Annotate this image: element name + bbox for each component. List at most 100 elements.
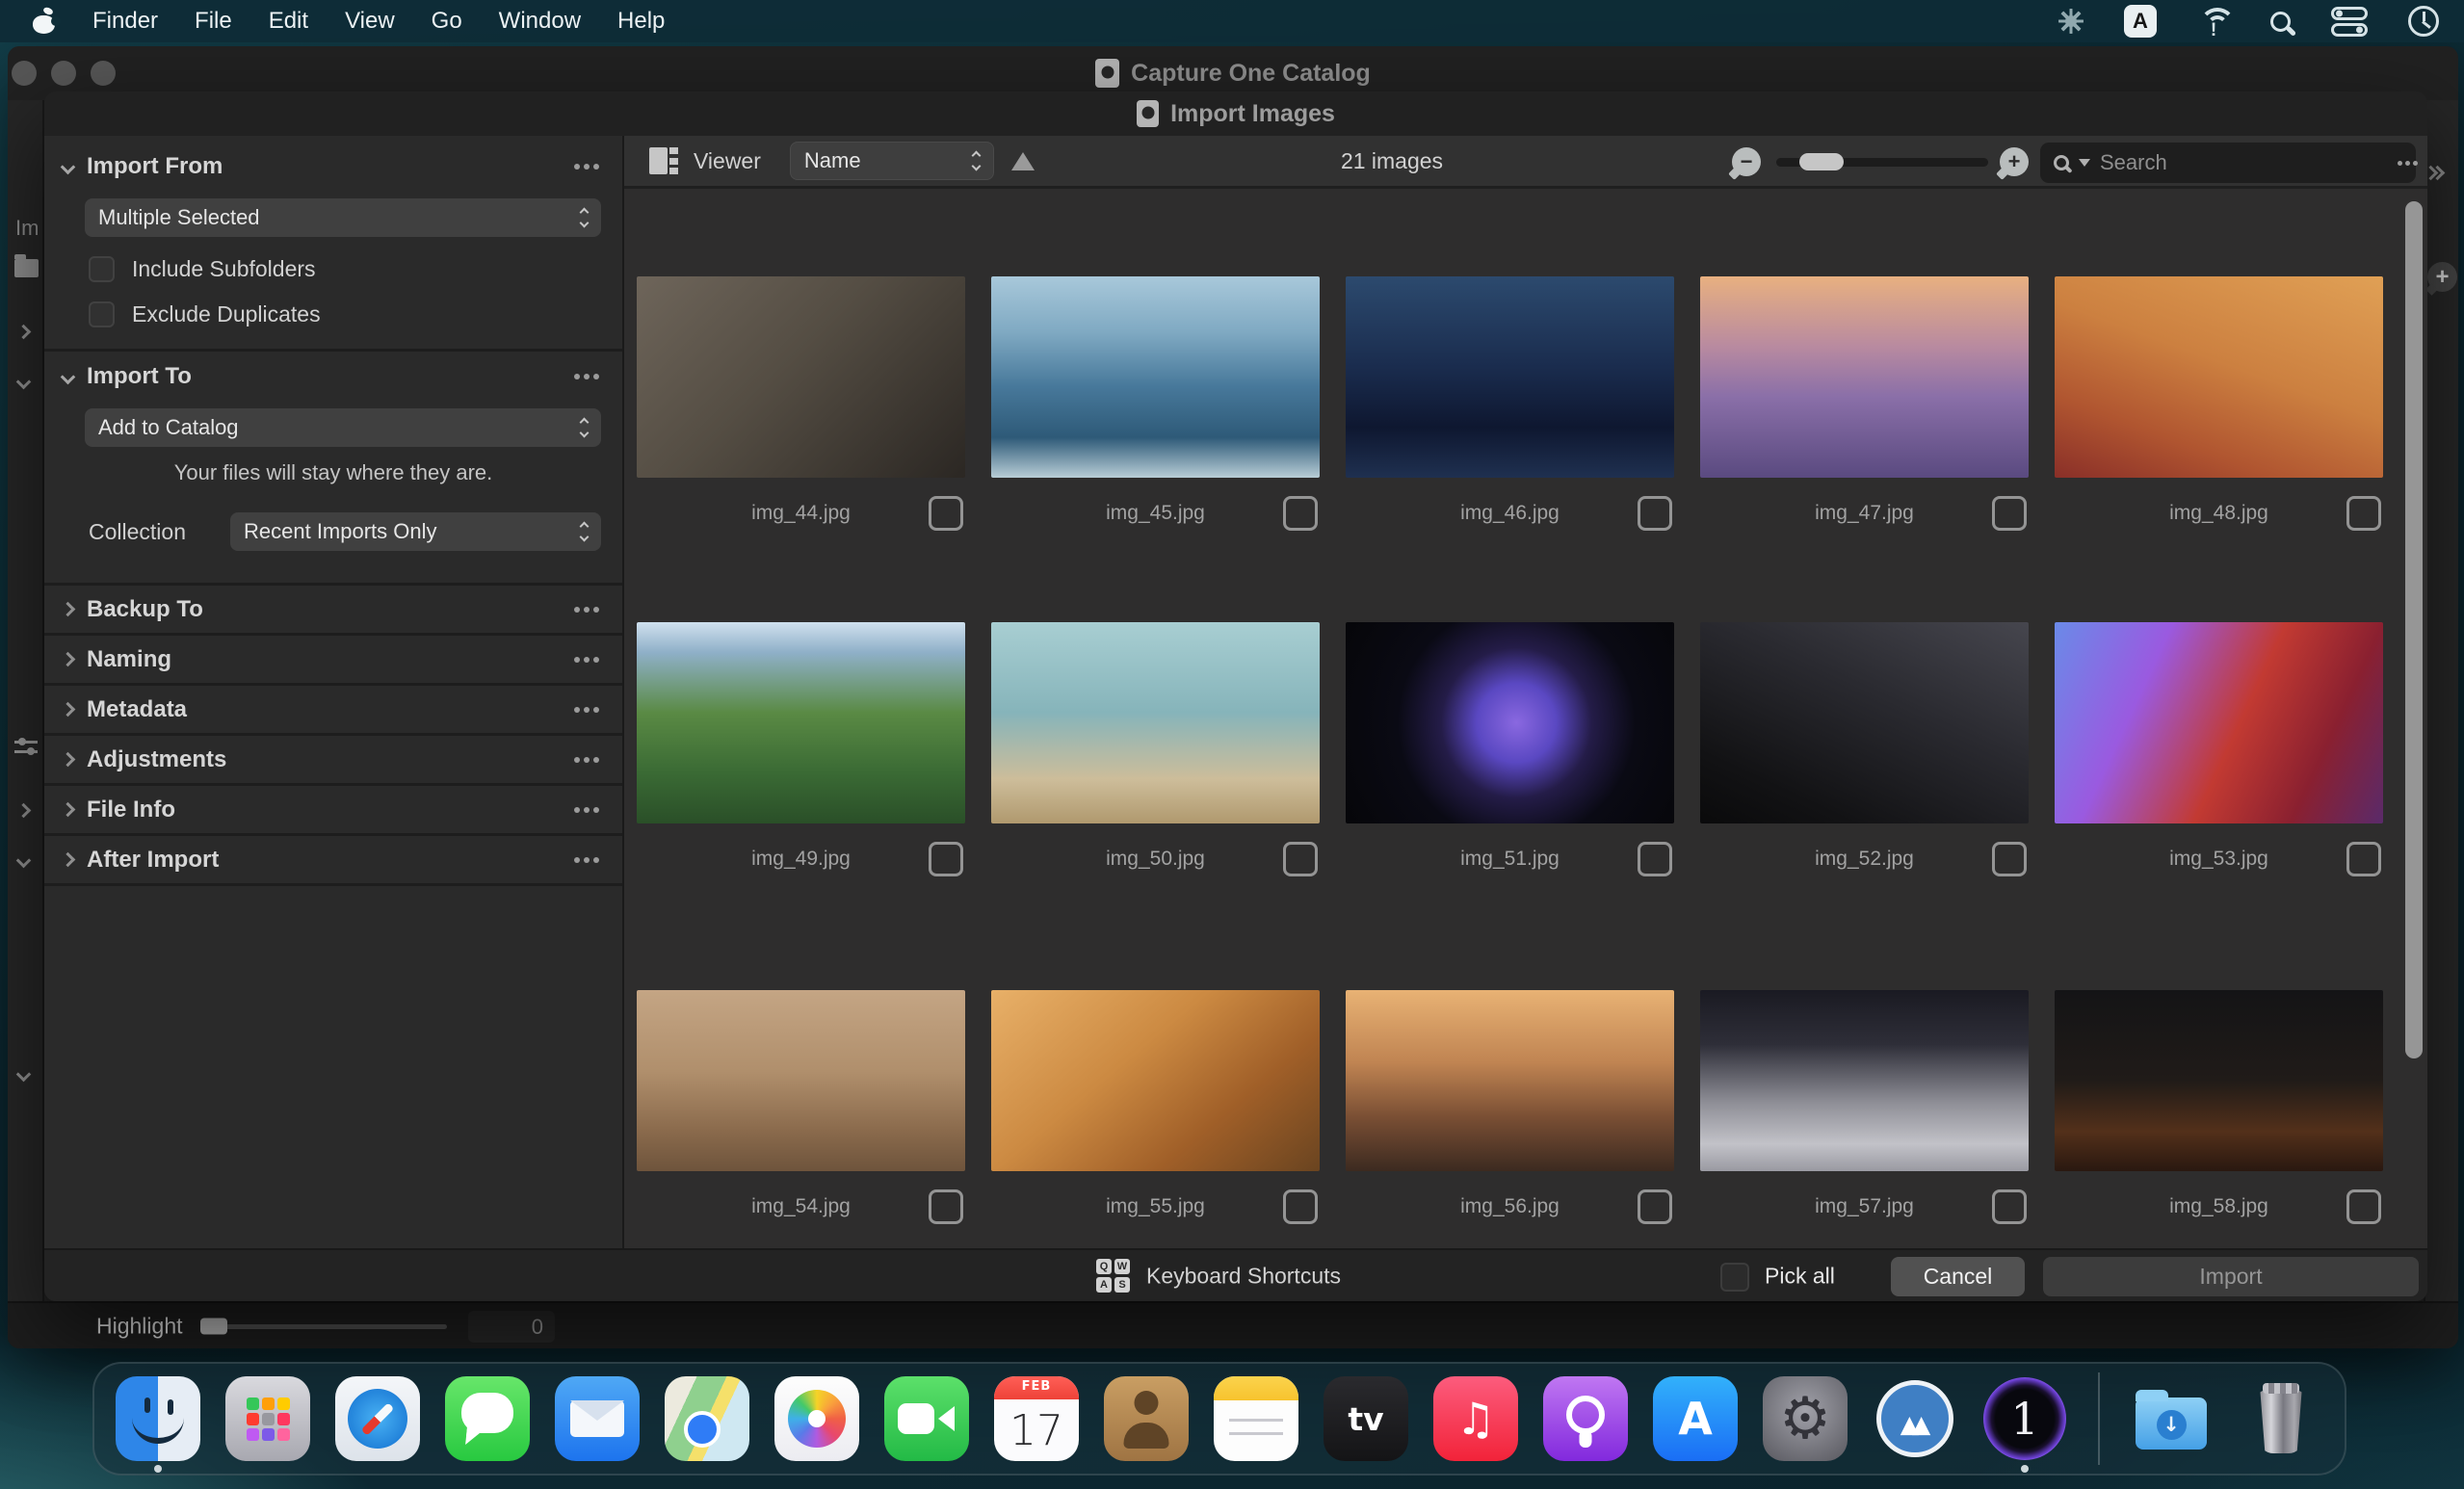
section-import-from[interactable]: Import From [44,142,622,192]
thumbnail-img-44-jpg[interactable] [637,276,965,478]
dock-icon-facetime[interactable] [884,1376,969,1461]
cancel-button[interactable]: Cancel [1891,1257,2025,1296]
image-checkbox[interactable] [1638,1189,1672,1224]
section-adjustments[interactable]: Adjustments [44,733,622,783]
dock-icon-captureone[interactable]: 1 [1982,1376,2067,1473]
menu-view[interactable]: View [345,8,395,35]
sort-ascending-icon[interactable] [1010,151,1035,170]
highlight-slider-thumb[interactable] [200,1318,227,1335]
image-checkbox[interactable] [2346,842,2381,876]
dock-icon-mail[interactable] [555,1376,640,1461]
drweb-antivirus-icon[interactable] [2058,9,2084,34]
thumbnail-img-49-jpg[interactable] [637,622,965,823]
image-checkbox[interactable] [2346,1189,2381,1224]
chevron-down-icon[interactable] [15,1066,32,1083]
input-source-icon[interactable]: A [2124,5,2157,38]
thumbnail-img-54-jpg[interactable] [637,990,965,1171]
collection-select[interactable]: Recent Imports Only [230,512,601,551]
image-checkbox[interactable] [1283,842,1318,876]
image-checkbox[interactable] [1992,842,2027,876]
dock-icon-notes[interactable] [1214,1376,1298,1461]
apple-menu-icon[interactable] [33,9,61,34]
wifi-alert-icon[interactable] [2197,7,2236,36]
checkbox-include-subfolders[interactable] [89,256,115,282]
checkbox-exclude-duplicates[interactable] [89,301,115,327]
section-menu-icon[interactable] [574,806,580,813]
thumbnail-img-57-jpg[interactable] [1700,990,2029,1171]
image-checkbox[interactable] [1283,496,1318,531]
sort-by-select[interactable]: Name [789,142,994,180]
thumbnail-img-58-jpg[interactable] [2055,990,2383,1171]
adjustments-icon[interactable] [14,738,38,755]
menu-window[interactable]: Window [499,8,581,35]
section-file-info[interactable]: File Info [44,783,622,833]
image-checkbox[interactable] [929,842,963,876]
viewer-label[interactable]: Viewer [694,148,761,174]
thumbnail-img-51-jpg[interactable] [1346,622,1674,823]
dock-icon-contacts[interactable] [1104,1376,1189,1461]
slider-thumb[interactable] [1799,153,1844,170]
control-center-icon[interactable] [2331,6,2368,37]
image-checkbox[interactable] [1638,842,1672,876]
dock-icon-maps[interactable] [665,1376,749,1461]
section-menu-icon[interactable] [574,756,580,763]
image-checkbox[interactable] [1638,496,1672,531]
highlight-value[interactable]: 0 [468,1311,555,1343]
dock-icon-downloads[interactable]: ↓ [2129,1376,2214,1461]
import-button[interactable]: Import [2043,1257,2419,1296]
chevron-down-icon[interactable] [15,374,32,390]
overflow-chevrons-icon[interactable] [2423,165,2446,181]
dock-icon-safari[interactable] [335,1376,420,1461]
dock-icon-podcasts[interactable] [1543,1376,1628,1461]
thumbnail-size-slider[interactable] [1776,153,1988,170]
section-menu-icon[interactable] [574,656,580,663]
zoom-in-icon[interactable] [2000,147,2029,176]
thumbnail-img-48-jpg[interactable] [2055,276,2383,478]
import-source-select[interactable]: Multiple Selected [85,198,601,237]
thumbnail-img-45-jpg[interactable] [991,276,1320,478]
chevron-down-icon[interactable] [15,852,32,869]
image-checkbox[interactable] [929,496,963,531]
search-options-icon[interactable] [2079,159,2090,167]
keyboard-shortcuts-button[interactable]: Keyboard Shortcuts [1146,1263,1341,1289]
search-input[interactable] [2100,150,2388,175]
thumbnail-img-55-jpg[interactable] [991,990,1320,1171]
dock-icon-trash[interactable] [2239,1376,2323,1461]
section-menu-icon[interactable] [574,606,580,613]
menu-go[interactable]: Go [432,8,462,35]
zoom-out-icon[interactable] [1732,147,1761,176]
dock-icon-settings[interactable] [1763,1376,1848,1461]
thumbnail-img-50-jpg[interactable] [991,622,1320,823]
image-checkbox[interactable] [2346,496,2381,531]
section-menu-icon[interactable] [574,164,580,170]
menu-edit[interactable]: Edit [269,8,308,35]
menu-file[interactable]: File [195,8,232,35]
section-import-to[interactable]: Import To [44,352,622,402]
dock-icon-finder[interactable] [116,1376,200,1473]
image-checkbox[interactable] [1992,1189,2027,1224]
dock-icon-music[interactable]: ♫ [1433,1376,1518,1461]
thumbnail-img-46-jpg[interactable] [1346,276,1674,478]
thumbnail-img-53-jpg[interactable] [2055,622,2383,823]
chevron-right-icon[interactable] [15,802,32,819]
section-naming[interactable]: Naming [44,633,622,683]
spotlight-icon[interactable] [2270,11,2291,32]
dock-icon-appstore[interactable]: A [1653,1376,1738,1461]
keyboard-shortcuts-icon[interactable]: QWAS [1096,1259,1130,1293]
pick-all-checkbox[interactable] [1720,1263,1749,1292]
chevron-right-icon[interactable] [15,324,32,340]
section-metadata[interactable]: Metadata [44,683,622,733]
search-menu-icon[interactable] [2398,160,2402,166]
import-destination-select[interactable]: Add to Catalog [85,408,601,447]
thumbnail-img-47-jpg[interactable] [1700,276,2029,478]
clock-icon[interactable] [2408,6,2439,37]
section-after-import[interactable]: After Import [44,833,622,883]
dock-icon-calendar[interactable]: FEB 17 [994,1376,1079,1461]
thumbnail-img-52-jpg[interactable] [1700,622,2029,823]
search-field[interactable] [2040,143,2416,183]
vertical-scrollbar[interactable] [2405,201,2423,1058]
image-checkbox[interactable] [1283,1189,1318,1224]
dock-icon-photos[interactable] [774,1376,859,1461]
folder-icon[interactable] [14,254,39,277]
menu-finder[interactable]: Finder [92,8,158,35]
